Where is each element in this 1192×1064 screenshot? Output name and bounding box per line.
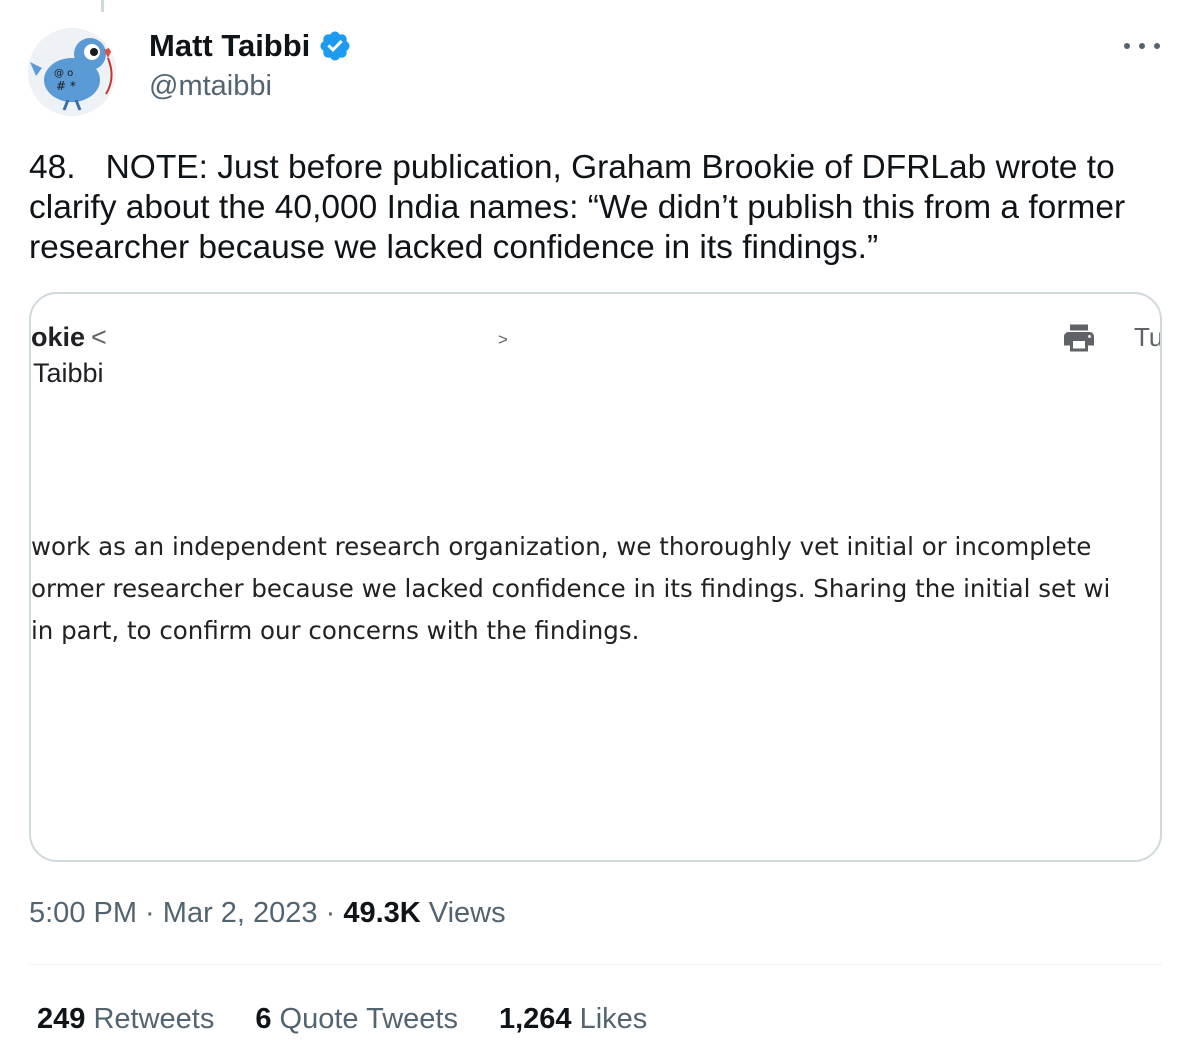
meta-separator: · (137, 897, 163, 929)
email-body-line: work as an independent research organiza… (31, 532, 1092, 561)
tweet-meta: 5:00 PM · Mar 2, 2023 · 49.3K Views (29, 895, 506, 931)
tweet-time[interactable]: 5:00 PM (29, 897, 137, 929)
views-count: 49.3K (343, 897, 421, 929)
retweets-count: 249 (37, 1003, 86, 1035)
likes-link[interactable]: 1,264 Likes (499, 1001, 647, 1037)
svg-text:# *: # * (56, 79, 76, 93)
email-recipient: Taibbi (33, 358, 104, 388)
likes-label: Likes (571, 1003, 648, 1035)
views-label: Views (420, 897, 506, 929)
svg-text:@ o: @ o (54, 68, 73, 79)
dot-icon (1139, 43, 1145, 49)
tweet-text: 48. NOTE: Just before publication, Graham… (29, 148, 1169, 268)
author-handle[interactable]: @mtaibbi (149, 69, 272, 103)
tweet-date[interactable]: Mar 2, 2023 (163, 897, 318, 929)
meta-separator: · (317, 897, 344, 929)
quotes-label: Quote Tweets (271, 1003, 458, 1035)
quotes-count: 6 (255, 1003, 272, 1035)
email-sender: okie < (31, 322, 107, 353)
retweets-link[interactable]: 249 Retweets (37, 1001, 214, 1037)
engagement-stats: 249 Retweets 6 Quote Tweets 1,264 Likes (37, 1001, 647, 1037)
tweet-media-image[interactable]: okie < > Taibbi Tu work as an independent… (29, 292, 1162, 862)
dot-icon (1124, 43, 1130, 49)
tweet-number: 48. (29, 149, 76, 186)
divider (29, 964, 1162, 965)
more-options-button[interactable] (1124, 34, 1160, 58)
avatar[interactable]: @ o # * (28, 28, 116, 116)
likes-count: 1,264 (498, 1003, 572, 1035)
email-body-line: in part, to confirm our concerns with th… (31, 616, 640, 645)
email-sender-name: okie (31, 322, 86, 352)
dot-icon (1154, 43, 1160, 49)
email-body: work as an independent research organiza… (31, 526, 1160, 652)
email-sender-bracket: < (91, 322, 107, 352)
quote-tweets-link[interactable]: 6 Quote Tweets (255, 1001, 458, 1037)
author-name[interactable]: Matt Taibbi (149, 28, 352, 64)
printer-icon (1064, 324, 1094, 352)
retweets-label: Retweets (85, 1003, 215, 1035)
tweet-body: NOTE: Just before publication, Graham Br… (29, 149, 1126, 266)
bird-cartoon-icon: @ o # * (28, 28, 116, 116)
author-name-text: Matt Taibbi (149, 28, 311, 63)
verified-badge-icon (320, 31, 350, 61)
email-sender-bracket-close: > (498, 330, 508, 349)
email-body-line: ormer researcher because we lacked confi… (31, 574, 1111, 603)
thread-connector-line (101, 0, 104, 12)
email-date-partial: Tu (1134, 322, 1162, 352)
